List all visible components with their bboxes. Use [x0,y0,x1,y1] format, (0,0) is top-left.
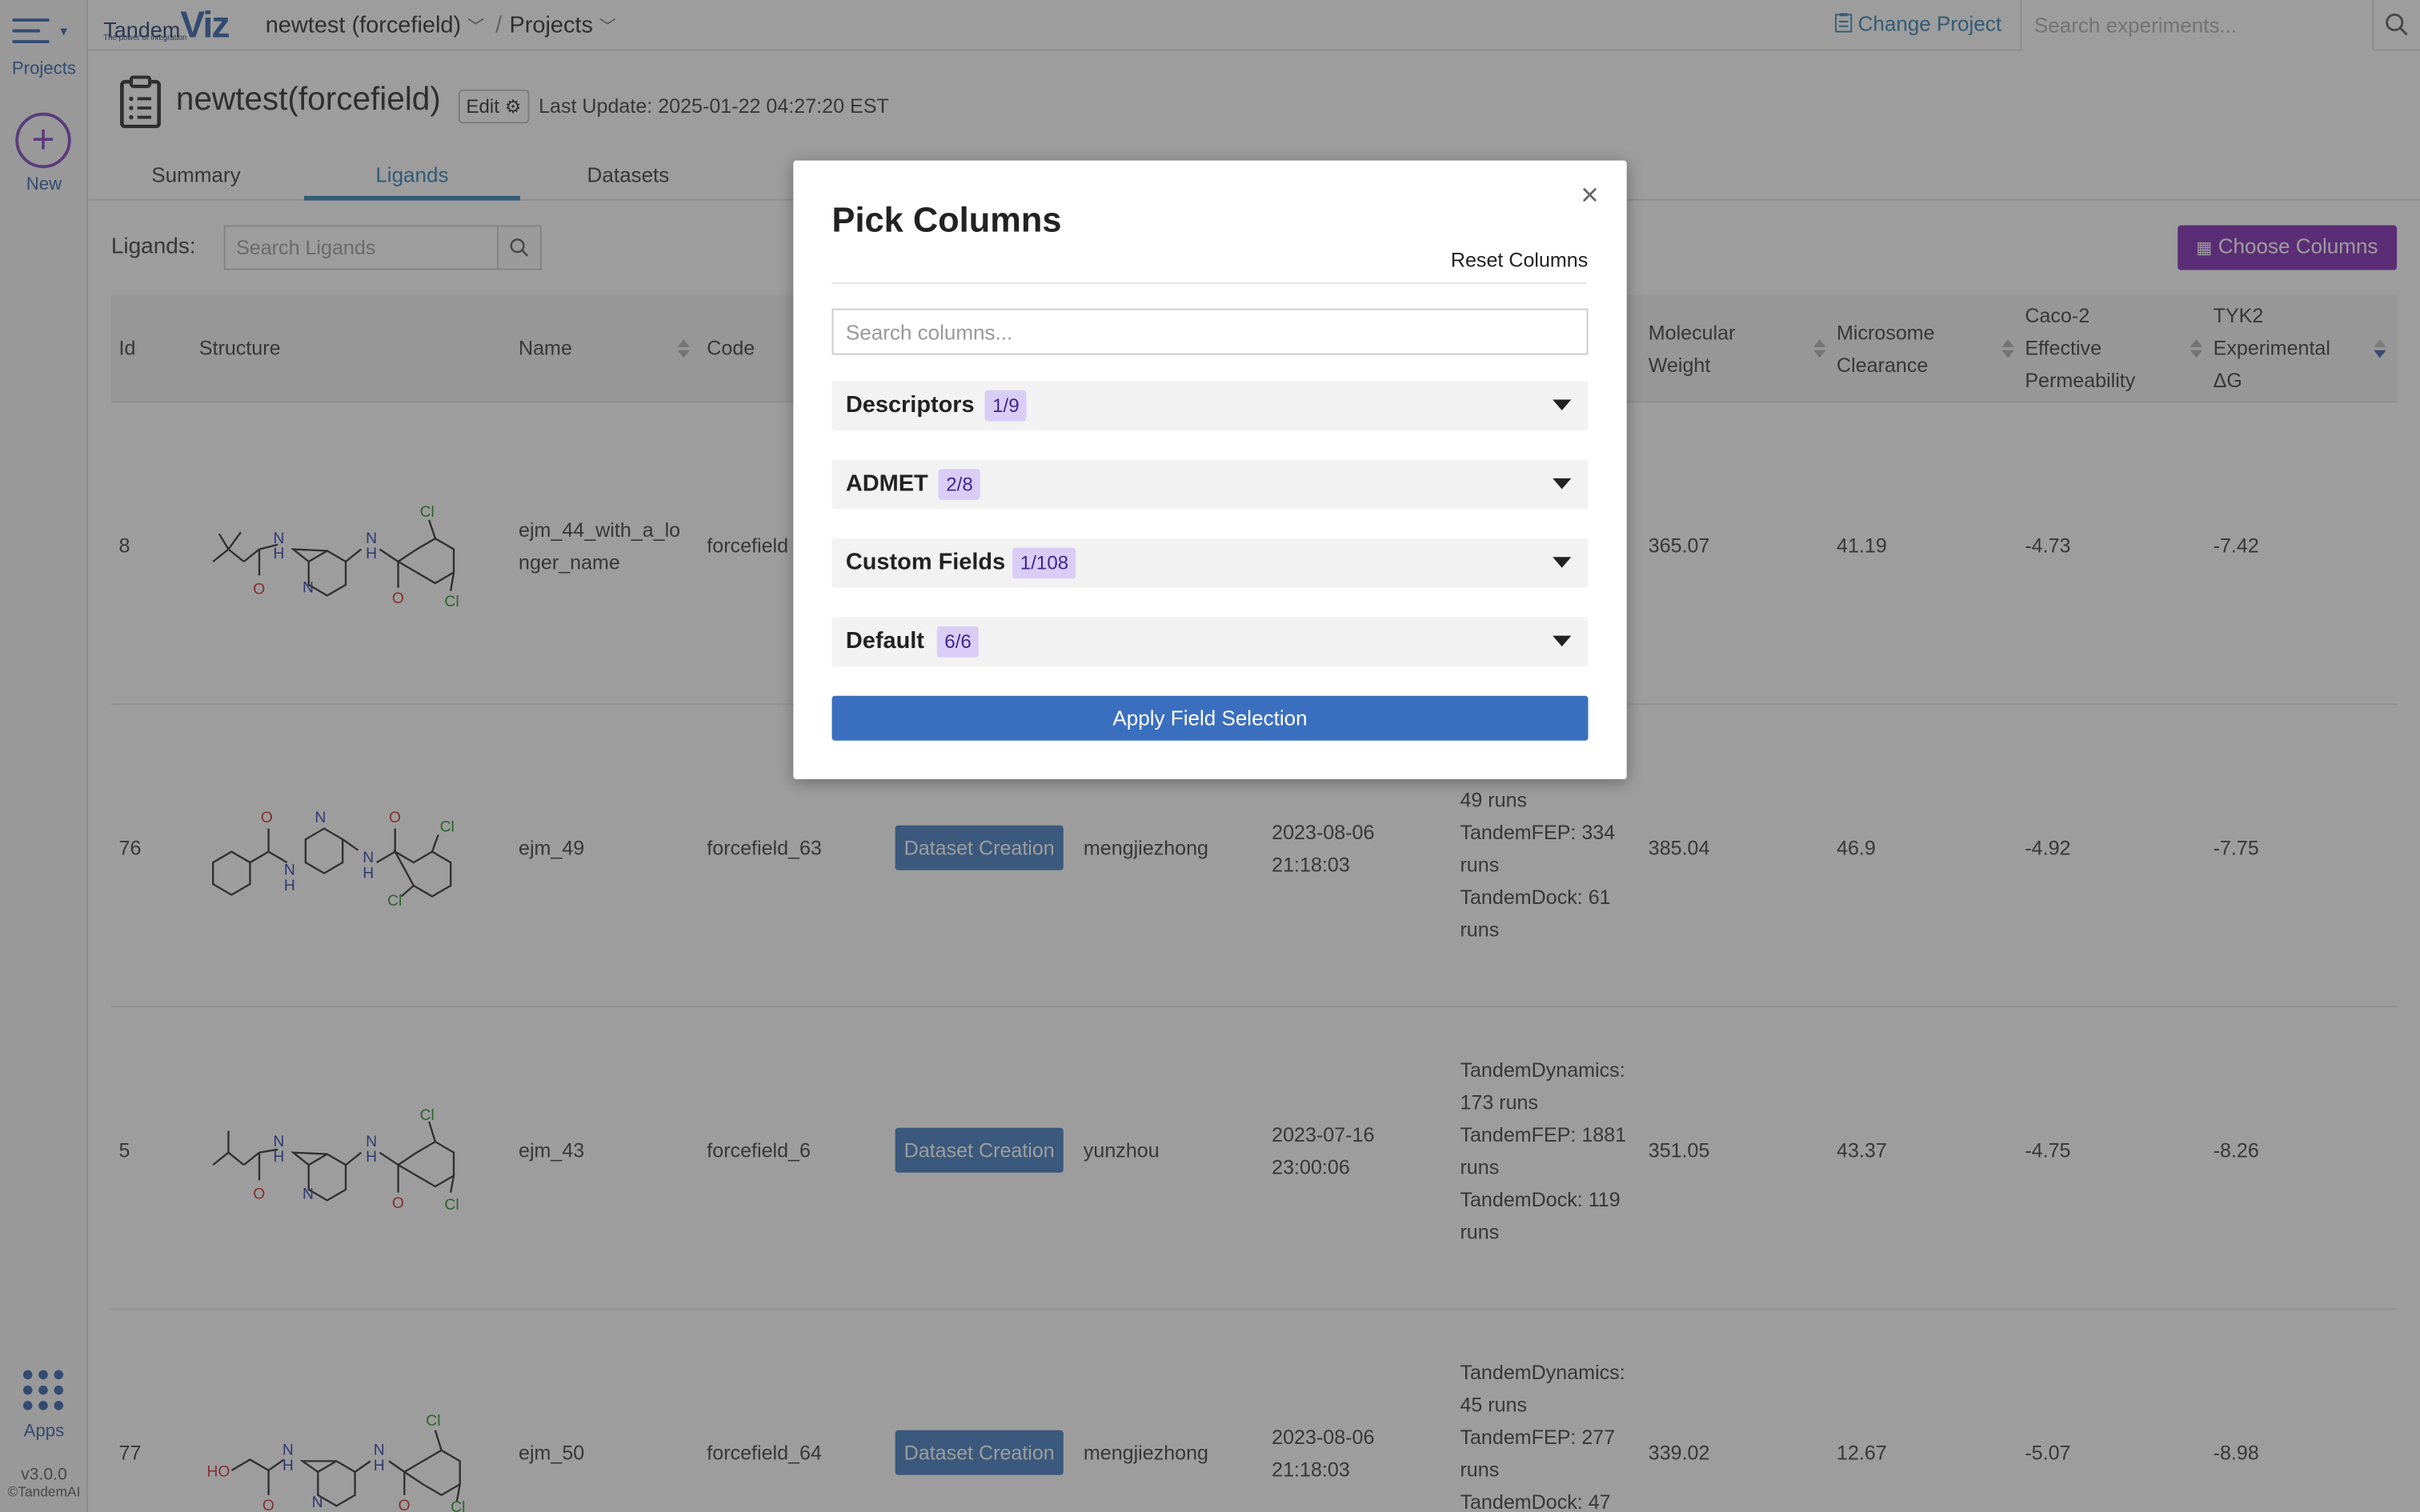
caret-down-icon [1553,557,1572,568]
modal-title: Pick Columns [831,200,1062,239]
divider [831,282,1587,284]
group-name: Default [845,627,924,654]
group-name: Descriptors [845,391,975,418]
apply-field-selection-button[interactable]: Apply Field Selection [831,695,1589,741]
group-name: ADMET [845,470,928,498]
group-name: Custom Fields [845,549,1006,576]
group-count-badge: 6/6 [936,626,980,658]
column-group-descriptors[interactable]: Descriptors 1/9 [831,381,1589,431]
app-root: ▾ Projects + New Apps v3.0.0 ©TandemAI T… [0,0,2420,1512]
caret-down-icon [1553,478,1572,490]
group-count-badge: 1/9 [984,390,1028,422]
reset-columns-button[interactable]: Reset Columns [1451,249,1588,272]
close-icon[interactable]: × [1574,179,1605,214]
caret-down-icon [1553,635,1572,647]
column-group-admet[interactable]: ADMET 2/8 [831,459,1589,510]
caret-down-icon [1553,399,1572,411]
pick-columns-modal: Pick Columns × Reset Columns Descriptors… [793,160,1627,779]
group-count-badge: 2/8 [938,469,981,500]
group-count-badge: 1/108 [1012,547,1076,579]
search-columns-input[interactable] [831,308,1589,355]
column-group-custom-fields[interactable]: Custom Fields 1/108 [831,538,1589,588]
column-group-default[interactable]: Default 6/6 [831,617,1589,667]
